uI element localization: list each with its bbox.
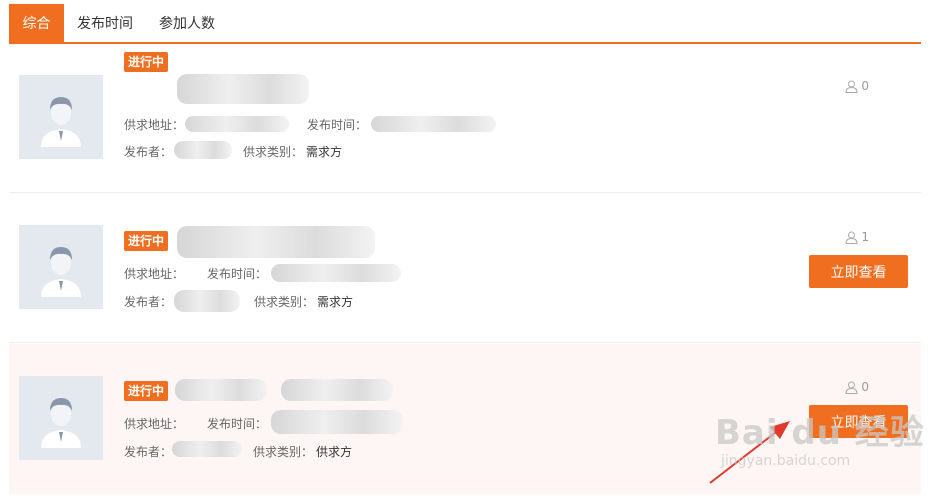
address-redacted	[185, 116, 289, 132]
title-redacted	[175, 379, 267, 401]
category-label: 供求类别：	[243, 145, 304, 159]
avatar	[19, 376, 103, 460]
category-label: 供求类别：	[254, 295, 315, 309]
publisher-label: 发布者：	[124, 145, 173, 159]
title-redacted	[177, 226, 375, 258]
view-now-button[interactable]: 立即查看	[809, 405, 908, 438]
address-label: 供求地址：	[124, 118, 185, 132]
avatar	[19, 225, 103, 309]
category-label: 供求类别：	[253, 445, 314, 459]
title-redacted-2	[281, 379, 393, 401]
participant-count: 0	[845, 380, 869, 394]
avatar	[19, 75, 103, 159]
annotation-arrow-icon	[709, 421, 790, 484]
view-now-button[interactable]: 立即查看	[809, 255, 908, 288]
list-item[interactable]: 进行中 供求地址： 发布时间： 发布者： 供求类别： 需求方 1 立即查看	[9, 202, 921, 343]
publish-time-redacted	[371, 116, 496, 132]
user-outline-icon	[845, 381, 858, 394]
tab-participants[interactable]: 参加人数	[146, 4, 228, 42]
address-label: 供求地址：	[124, 267, 185, 281]
category-value: 需求方	[306, 145, 343, 159]
participant-count: 1	[845, 230, 869, 244]
status-badge: 进行中	[124, 231, 169, 251]
participant-count-value: 0	[861, 79, 869, 93]
tab-comprehensive[interactable]: 综合	[9, 4, 64, 42]
publisher-redacted	[174, 290, 240, 312]
publisher-redacted	[174, 141, 232, 159]
user-outline-icon	[845, 80, 858, 93]
list-item[interactable]: 进行中 供求地址： 发布时间： 发布者： 供求类别： 需求方 0	[9, 52, 921, 193]
publish-time-label: 发布时间：	[307, 118, 368, 132]
participant-count: 0	[845, 79, 869, 93]
status-badge: 进行中	[124, 52, 169, 72]
category-value: 需求方	[317, 295, 354, 309]
category-value: 供求方	[316, 445, 353, 459]
publish-time-label: 发布时间：	[207, 267, 268, 281]
address-label: 供求地址：	[124, 417, 185, 431]
sort-tabs: 综合 发布时间 参加人数	[9, 4, 921, 44]
publisher-label: 发布者：	[124, 295, 173, 309]
default-user-avatar-icon	[19, 376, 103, 460]
default-user-avatar-icon	[19, 225, 103, 309]
listing-page: 综合 发布时间 参加人数 进行中 供求地址： 发布时间： 发布者： 供求类别： …	[0, 0, 933, 498]
publish-time-label: 发布时间：	[207, 417, 268, 431]
status-badge: 进行中	[124, 381, 169, 401]
publish-time-redacted	[271, 410, 403, 434]
title-redacted	[177, 74, 309, 104]
participant-count-value: 1	[861, 230, 869, 244]
participant-count-value: 0	[861, 380, 869, 394]
tab-publish-time[interactable]: 发布时间	[64, 4, 146, 42]
user-outline-icon	[845, 231, 858, 244]
publisher-label: 发布者：	[124, 445, 173, 459]
publish-time-redacted	[271, 264, 401, 282]
publisher-redacted	[172, 441, 242, 457]
default-user-avatar-icon	[19, 75, 103, 159]
